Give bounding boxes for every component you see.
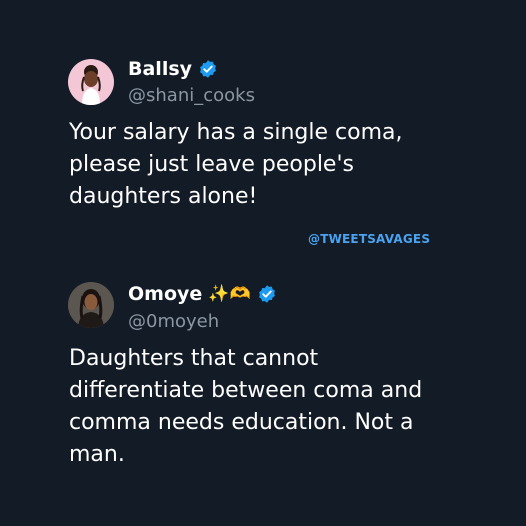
tweet-text-line: Daughters that cannot xyxy=(69,346,319,371)
tweet-omoye: Omoye ✨🫶 @0moyeh Daughters that cannot d… xyxy=(0,0,526,526)
name-row-omoye: Omoye ✨🫶 xyxy=(128,283,277,305)
avatar-omoye[interactable] xyxy=(68,282,114,328)
handle[interactable]: @0moyeh xyxy=(128,311,219,332)
sparkles-heart-hands-emoji: ✨🫶 xyxy=(208,284,251,304)
verified-badge-icon xyxy=(257,284,277,304)
tweet-text-line: differentiate between coma and xyxy=(69,378,423,403)
tweet-text-line: man. xyxy=(69,442,125,467)
tweet-text-line: comma needs education. Not a xyxy=(69,410,414,435)
display-name[interactable]: Omoye xyxy=(128,283,202,305)
tweet-text: Daughters that cannot differentiate betw… xyxy=(69,343,489,471)
